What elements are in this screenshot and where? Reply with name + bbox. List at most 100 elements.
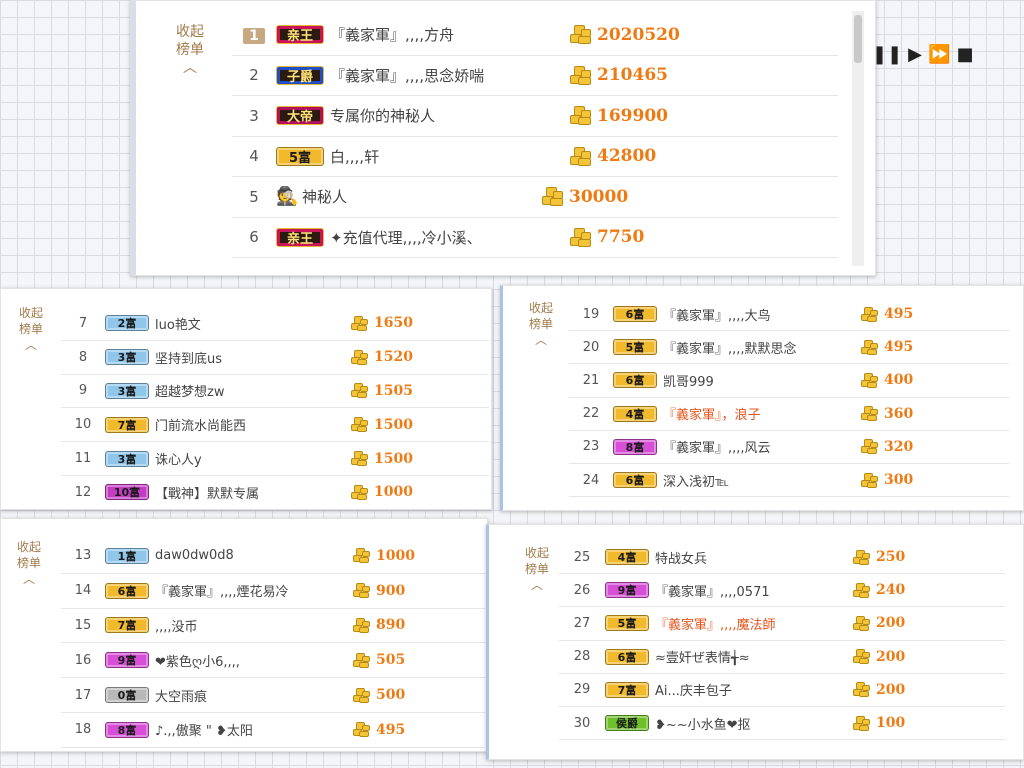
user-name[interactable]: ❥~~小水鱼❤抠 — [655, 714, 845, 733]
leaderboard-row[interactable]: 1 亲王 『義家軍』,,,,方舟 2020520 — [232, 15, 838, 56]
leaderboard-row[interactable]: 19 6富 『義家軍』,,,,大鸟 495 — [569, 298, 1009, 332]
user-name[interactable]: ,,,,没币 — [155, 616, 345, 635]
coin-amount: 890 — [376, 617, 406, 634]
coin-amount: 7750 — [597, 227, 645, 248]
amount-cell: 500 — [353, 687, 405, 703]
user-name[interactable]: 坚持到底us — [155, 348, 343, 367]
leaderboard-row[interactable]: 5 🕵 神秘人 30000 — [232, 177, 838, 218]
leaderboard-row[interactable]: 16 9富 ❤紫色ღ小6,,,, 505 — [61, 643, 485, 679]
user-name[interactable]: 『義家軍』,,,,风云 — [663, 437, 853, 456]
user-name[interactable]: 『義家軍』,,,,方舟 — [330, 24, 560, 45]
leaderboard-panel-2: 收起 榜单 ︿ 7 2富 luo艳文 1650 8 3富 坚持到底us 1520 9 3富 超越梦想… — [0, 288, 492, 510]
rank-number: 18 — [74, 722, 92, 738]
amount-cell: 1000 — [353, 548, 415, 564]
user-name[interactable]: 『義家軍』,,,,大鸟 — [663, 305, 853, 324]
collapse-board-button[interactable]: 收起 榜单 ︿ — [519, 545, 555, 593]
user-name[interactable]: 『義家軍』，浪子 — [663, 404, 853, 423]
leaderboard-row[interactable]: 8 3富 坚持到底us 1520 — [61, 341, 489, 375]
user-name[interactable]: 『義家軍』,,,,思念娇喘 — [330, 65, 560, 86]
leaderboard-row[interactable]: 12 10富 【戰神】默默专属 1000 — [61, 476, 489, 509]
collapse-label: 收起 — [528, 301, 553, 315]
leaderboard-row[interactable]: 3 大帝 专属你的神秘人 169900 — [232, 96, 838, 137]
amount-cell: 495 — [861, 306, 913, 322]
collapse-board-button[interactable]: 收起 榜单 ︿ — [11, 539, 47, 587]
user-name[interactable]: 超越梦想zw — [155, 381, 343, 400]
user-name[interactable]: 凯哥999 — [663, 371, 853, 390]
leaderboard-row[interactable]: 9 3富 超越梦想zw 1505 — [61, 375, 489, 409]
leaderboard-row[interactable]: 30 侯爵 ❥~~小水鱼❤抠 100 — [559, 707, 1005, 741]
user-name[interactable]: 大空雨痕 — [155, 686, 345, 705]
collapse-board-button[interactable]: 收起 榜单 ︿ — [13, 305, 49, 353]
collapse-board-button[interactable]: 收起 榜单 ︿ — [523, 300, 559, 348]
user-name[interactable]: 诛心人y — [155, 449, 343, 468]
user-name[interactable]: ❤紫色ღ小6,,,, — [155, 651, 345, 670]
leaderboard-row[interactable]: 15 7富 ,,,,没币 890 — [61, 609, 485, 644]
rank-badge: 8富 — [613, 438, 657, 455]
leaderboard-row[interactable]: 14 6富 『義家軍』,,,,煙花易冷 900 — [61, 574, 485, 609]
amount-cell: 1650 — [351, 315, 413, 331]
user-name[interactable]: 白,,,,轩 — [330, 146, 560, 167]
coin-icon — [353, 617, 370, 633]
leaderboard-row[interactable]: 13 1富 daw0dw0d8 1000 — [61, 539, 485, 574]
coin-icon — [353, 652, 370, 668]
coin-amount: 30000 — [569, 186, 629, 207]
rank-badge: 4富 — [605, 549, 649, 566]
leaderboard-row[interactable]: 28 6富 ≈壹奸ぜ表情╅≈ 200 — [559, 641, 1005, 674]
collapse-board-button[interactable]: 收起 榜单 ︿ — [170, 23, 210, 77]
leaderboard-row[interactable]: 25 4富 特战女兵 250 — [559, 541, 1005, 575]
rank-badge: 8富 — [105, 721, 149, 738]
leaderboard-row[interactable]: 2 子爵 『義家軍』,,,,思念娇喘 210465 — [232, 56, 838, 96]
coin-amount: 360 — [884, 405, 914, 422]
fast-forward-icon[interactable]: ⏩ — [928, 44, 950, 65]
leaderboard-row[interactable]: 11 3富 诛心人y 1500 — [61, 442, 489, 476]
user-name[interactable]: Ai...庆丰包子 — [655, 680, 845, 699]
leaderboard-row[interactable]: 17 0富 大空雨痕 500 — [61, 678, 485, 713]
leaderboard-row[interactable]: 29 7富 Ai...庆丰包子 200 — [559, 674, 1005, 707]
leaderboard-row[interactable]: 6 亲王 ✦充值代理,,,,冷小溪、 7750 — [232, 218, 838, 258]
leaderboard-row[interactable]: 18 8富 ♪.,,傲聚 " ❥太阳 495 — [61, 713, 485, 748]
user-name[interactable]: 门前流水尚能西 — [155, 415, 343, 434]
coin-icon — [351, 417, 368, 433]
user-name[interactable]: 深入浅初℡ — [663, 471, 853, 490]
user-name[interactable]: 『義家軍』,,,,魔法師 — [655, 614, 845, 633]
coin-icon — [351, 349, 368, 365]
user-name[interactable]: 专属你的神秘人 — [330, 105, 560, 126]
leaderboard-row[interactable]: 23 8富 『義家軍』,,,,风云 320 — [569, 431, 1009, 464]
coin-icon — [853, 582, 870, 598]
coin-icon — [861, 372, 878, 388]
rank-badge: 子爵 — [276, 65, 324, 85]
coin-amount: 1000 — [376, 547, 415, 564]
user-name[interactable]: daw0dw0d8 — [155, 548, 345, 563]
rank-badge: 6富 — [613, 372, 657, 389]
user-name[interactable]: ≈壹奸ぜ表情╅≈ — [655, 647, 845, 666]
user-name[interactable]: ✦充值代理,,,,冷小溪、 — [330, 227, 560, 248]
stop-icon[interactable]: ■ — [956, 44, 973, 65]
rank-badge: 亲王 — [276, 25, 324, 45]
user-name[interactable]: luo艳文 — [155, 314, 343, 333]
user-name[interactable]: 『義家軍』,,,,煙花易冷 — [155, 581, 345, 600]
user-name[interactable]: 神秘人 — [302, 186, 532, 207]
user-name[interactable]: 【戰神】默默专属 — [155, 483, 343, 502]
leaderboard-row[interactable]: 22 4富 『義家軍』，浪子 360 — [569, 398, 1009, 431]
leaderboard-row[interactable]: 21 6富 凯哥999 400 — [569, 364, 1009, 398]
leaderboard-row[interactable]: 20 5富 『義家軍』,,,,默默思念 495 — [569, 331, 1009, 365]
leaderboard-row[interactable]: 27 5富 『義家軍』,,,,魔法師 200 — [559, 607, 1005, 641]
leaderboard-row[interactable]: 24 6富 深入浅初℡ 300 — [569, 464, 1009, 498]
leaderboard-row[interactable]: 26 9富 『義家軍』,,,,0571 240 — [559, 574, 1005, 608]
pause-icon[interactable]: ❚❚ — [872, 44, 902, 65]
leaderboard-row[interactable]: 4 5富 白,,,,轩 42800 — [232, 137, 838, 177]
rank-badge: 2富 — [105, 315, 149, 332]
coin-icon — [861, 339, 878, 355]
user-name[interactable]: 『義家軍』,,,,0571 — [655, 581, 845, 600]
user-name[interactable]: 『義家軍』,,,,默默思念 — [663, 338, 853, 357]
user-name[interactable]: 特战女兵 — [655, 548, 845, 567]
rank-number: 12 — [74, 484, 92, 500]
play-icon[interactable]: ▶ — [908, 44, 922, 65]
leaderboard-row[interactable]: 7 2富 luo艳文 1650 — [61, 307, 489, 341]
coin-amount: 495 — [884, 339, 914, 356]
leaderboard-row[interactable]: 10 7富 门前流水尚能西 1500 — [61, 408, 489, 443]
user-name[interactable]: ♪.,,傲聚 " ❥太阳 — [155, 720, 345, 739]
coin-icon — [351, 484, 368, 500]
scrollbar-thumb[interactable] — [854, 15, 862, 63]
coin-amount: 1500 — [374, 450, 413, 467]
